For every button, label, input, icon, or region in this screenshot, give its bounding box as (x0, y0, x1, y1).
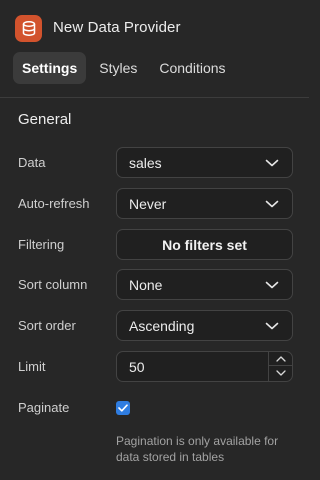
sort-order-select-value: Ascending (129, 317, 195, 334)
limit-value: 50 (129, 359, 145, 375)
sort-column-select-value: None (129, 276, 163, 293)
auto-refresh-select[interactable]: Never (116, 188, 293, 219)
chevron-down-icon (265, 159, 279, 167)
chevron-up-icon (275, 355, 286, 362)
sort-column-label: Sort column (18, 277, 88, 292)
limit-label: Limit (18, 359, 46, 374)
paginate-label: Paginate (18, 400, 70, 415)
chevron-down-icon (265, 322, 279, 330)
decrement-button[interactable] (269, 366, 292, 380)
auto-refresh-select-value: Never (129, 195, 167, 212)
filters-button[interactable]: No filters set (116, 229, 293, 260)
section-title-general: General (18, 111, 72, 128)
auto-refresh-label: Auto-refresh (18, 196, 90, 211)
tab-settings[interactable]: Settings (13, 52, 87, 84)
checkmark-icon (118, 404, 128, 412)
sort-column-select[interactable]: None (116, 269, 293, 300)
paginate-checkbox[interactable] (116, 401, 130, 415)
chevron-down-icon (275, 370, 286, 376)
data-label: Data (18, 155, 46, 170)
pagination-hint: Pagination is only available for data st… (116, 434, 279, 464)
chevron-down-icon (265, 200, 279, 208)
panel-title: New Data Provider (53, 19, 181, 36)
panel-header: New Data Provider Settings Styles Condit… (0, 0, 309, 98)
tab-bar: Settings Styles Conditions (13, 52, 235, 84)
sort-order-label: Sort order (18, 318, 76, 333)
increment-button[interactable] (269, 352, 292, 366)
tab-styles[interactable]: Styles (90, 52, 146, 84)
database-icon (15, 15, 42, 42)
sort-order-select[interactable]: Ascending (116, 310, 293, 341)
tab-conditions[interactable]: Conditions (150, 52, 234, 84)
limit-stepper (268, 352, 292, 381)
data-provider-panel: New Data Provider Settings Styles Condit… (0, 0, 309, 480)
data-select-value: sales (129, 154, 162, 171)
data-select[interactable]: sales (116, 147, 293, 178)
limit-number-input[interactable]: 50 (116, 351, 293, 382)
filtering-label: Filtering (18, 237, 65, 252)
chevron-down-icon (265, 281, 279, 289)
